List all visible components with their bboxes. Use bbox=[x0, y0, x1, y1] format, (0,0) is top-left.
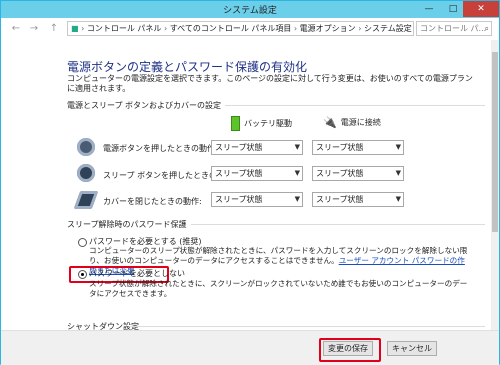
battery-icon bbox=[231, 116, 240, 131]
save-button[interactable]: 変更の保存 bbox=[323, 341, 373, 356]
section-divider bbox=[191, 224, 485, 225]
chevron-down-icon: ▼ bbox=[294, 169, 300, 177]
forward-arrow-icon[interactable]: → bbox=[27, 22, 41, 36]
chevron-down-icon: ▼ bbox=[395, 169, 401, 177]
no-password-radio[interactable] bbox=[78, 270, 87, 279]
navigation-bar: ← → ↑ ■ › コントロール パネル › すべてのコントロール パネル項目 … bbox=[1, 18, 499, 40]
control-panel-icon: ■ bbox=[71, 24, 79, 33]
password-section-title: スリープ解除時のパスワード保護 bbox=[67, 220, 187, 229]
page-title: 電源ボタンの定義とパスワード保護の有効化 bbox=[67, 60, 308, 74]
main-content: 電源ボタンの定義とパスワード保護の有効化 コンピューターの電源設定を選択できます… bbox=[1, 40, 491, 330]
footer-bar: 変更の保存 キャンセル bbox=[1, 330, 499, 365]
lid-close-label: カバーを閉じたときの動作: bbox=[103, 197, 202, 206]
address-bar[interactable]: ■ › コントロール パネル › すべてのコントロール パネル項目 › 電源オプ… bbox=[67, 21, 414, 36]
vertical-scrollbar[interactable] bbox=[491, 40, 499, 330]
breadcrumb-separator: › bbox=[358, 24, 362, 33]
plugged-label: 電源に接続 bbox=[340, 118, 381, 127]
cancel-button[interactable]: キャンセル bbox=[387, 341, 437, 356]
lid-close-battery-select[interactable]: スリープ状態 ▼ bbox=[211, 192, 303, 207]
select-value: スリープ状態 bbox=[316, 143, 364, 152]
close-button[interactable]: ✕ bbox=[463, 1, 499, 17]
power-button-icon bbox=[77, 138, 95, 156]
minimize-button[interactable]: — bbox=[417, 1, 441, 17]
breadcrumb-item[interactable]: コントロール パネル bbox=[87, 22, 162, 35]
battery-column-header: バッテリ駆動 bbox=[231, 116, 292, 131]
chevron-down-icon: ▼ bbox=[294, 143, 300, 151]
power-section-title: 電源とスリープ ボタンおよびカバーの設定 bbox=[67, 101, 222, 110]
up-arrow-icon[interactable]: ↑ bbox=[47, 22, 61, 36]
power-button-label: 電源ボタンを押したときの動作: bbox=[103, 144, 218, 153]
title-bar: システム設定 — □ ✕ bbox=[1, 1, 499, 18]
maximize-button[interactable]: □ bbox=[441, 1, 465, 17]
breadcrumb-item[interactable]: システム設定 bbox=[364, 22, 412, 35]
sleep-button-battery-select[interactable]: スリープ状態 ▼ bbox=[211, 166, 303, 181]
page-description: コンピューターの電源設定を選択できます。このページの設定に対して行う変更は、お使… bbox=[67, 74, 473, 93]
search-placeholder: コントロール パ... bbox=[420, 24, 487, 33]
breadcrumb-separator: › bbox=[163, 24, 168, 33]
section-divider bbox=[129, 326, 485, 327]
breadcrumb-item[interactable]: 電源オプション bbox=[300, 22, 356, 35]
system-settings-window: システム設定 — □ ✕ ← → ↑ ■ › コントロール パネル › すべての… bbox=[0, 0, 500, 365]
breadcrumb-item[interactable]: すべてのコントロール パネル項目 bbox=[170, 22, 292, 35]
plug-icon: 🔌 bbox=[323, 116, 337, 129]
laptop-lid-icon bbox=[73, 191, 99, 209]
sleep-button-plugged-select[interactable]: スリープ状態 ▼ bbox=[312, 166, 404, 181]
breadcrumb-separator: › bbox=[293, 24, 298, 33]
chevron-down-icon: ▼ bbox=[395, 195, 401, 203]
search-input[interactable]: コントロール パ... ⌕ bbox=[416, 21, 492, 36]
no-password-description: スリープ状態が解除されたときに、スクリーンがロックされていないため誰でもお使いの… bbox=[89, 279, 468, 298]
select-value: スリープ状態 bbox=[215, 195, 263, 204]
select-value: スリープ状態 bbox=[215, 143, 263, 152]
back-arrow-icon[interactable]: ← bbox=[9, 22, 23, 36]
no-password-label[interactable]: パスワードを必要としない bbox=[89, 268, 185, 279]
breadcrumb-separator: › bbox=[81, 24, 85, 33]
scrollbar-thumb[interactable] bbox=[492, 52, 498, 232]
chevron-down-icon: ▼ bbox=[294, 195, 300, 203]
plugged-column-header: 🔌 電源に接続 bbox=[323, 116, 381, 129]
select-value: スリープ状態 bbox=[215, 169, 263, 178]
select-value: スリープ状態 bbox=[316, 169, 364, 178]
search-icon[interactable]: ⌕ bbox=[485, 22, 489, 35]
power-button-battery-select[interactable]: スリープ状態 ▼ bbox=[211, 140, 303, 155]
sleep-button-icon bbox=[77, 164, 95, 182]
section-divider bbox=[225, 105, 485, 106]
select-value: スリープ状態 bbox=[316, 195, 364, 204]
chevron-down-icon: ▼ bbox=[395, 143, 401, 151]
lid-close-plugged-select[interactable]: スリープ状態 ▼ bbox=[312, 192, 404, 207]
power-button-plugged-select[interactable]: スリープ状態 ▼ bbox=[312, 140, 404, 155]
battery-label: バッテリ駆動 bbox=[244, 119, 292, 128]
require-password-radio[interactable] bbox=[78, 238, 87, 247]
